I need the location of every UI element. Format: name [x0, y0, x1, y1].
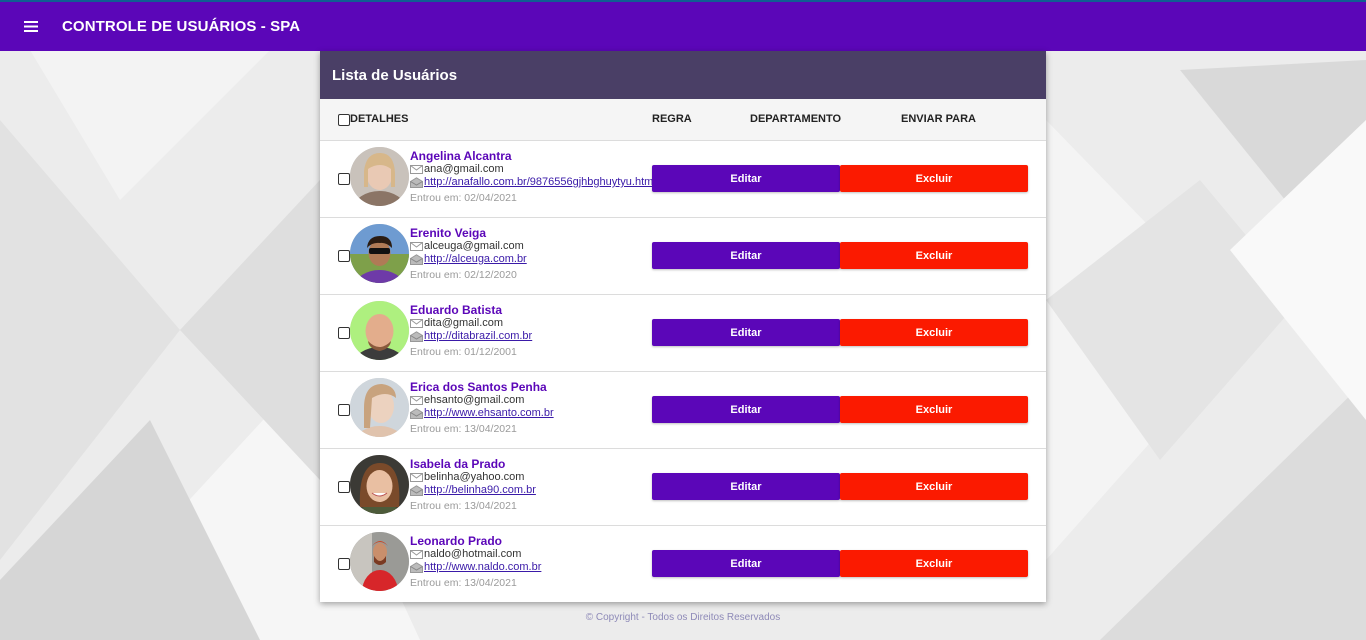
avatar: [350, 378, 409, 437]
user-site-link[interactable]: http://alceuga.com.br: [424, 253, 527, 266]
row-checkbox[interactable]: [338, 404, 350, 416]
delete-button[interactable]: Excluir: [840, 550, 1028, 577]
edit-button[interactable]: Editar: [652, 473, 840, 500]
row-checkbox[interactable]: [338, 558, 350, 570]
top-app-bar: CONTROLE DE USUÁRIOS - SPA: [0, 0, 1366, 51]
table-row: Eduardo Batista dita@gmail.com http://di…: [320, 295, 1046, 372]
user-email: ehsanto@gmail.com: [424, 394, 525, 406]
edit-button[interactable]: Editar: [652, 396, 840, 423]
row-checkbox[interactable]: [338, 250, 350, 262]
table-header: DETALHES REGRA DEPARTAMENTO ENVIAR PARA: [320, 99, 1046, 141]
avatar: [350, 532, 409, 591]
join-date: Entrou em: 01/12/2001: [410, 346, 517, 358]
join-date: Entrou em: 02/12/2020: [410, 269, 517, 281]
open-envelope-icon: [410, 254, 423, 265]
open-envelope-icon: [410, 562, 423, 573]
row-checkbox[interactable]: [338, 327, 350, 339]
hamburger-menu-icon[interactable]: [0, 2, 62, 51]
user-email: alceuga@gmail.com: [424, 240, 524, 252]
avatar: [350, 224, 409, 283]
join-date: Entrou em: 02/04/2021: [410, 192, 517, 204]
row-checkbox[interactable]: [338, 173, 350, 185]
edit-button[interactable]: Editar: [652, 165, 840, 192]
open-envelope-icon: [410, 177, 423, 188]
delete-button[interactable]: Excluir: [840, 242, 1028, 269]
user-name: Leonardo Prado: [410, 534, 503, 548]
user-site-link[interactable]: http://belinha90.com.br: [424, 484, 536, 497]
card-title: Lista de Usuários: [332, 66, 458, 84]
join-date: Entrou em: 13/04/2021: [410, 577, 517, 589]
delete-button[interactable]: Excluir: [840, 165, 1028, 192]
header-details: DETALHES: [350, 113, 409, 125]
user-site-link[interactable]: http://ditabrazil.com.br: [424, 330, 532, 343]
avatar: [350, 301, 409, 360]
envelope-icon: [410, 395, 423, 406]
join-date: Entrou em: 13/04/2021: [410, 423, 517, 435]
user-name: Eduardo Batista: [410, 303, 503, 317]
avatar: [350, 147, 409, 206]
user-name: Isabela da Prado: [410, 457, 506, 471]
user-email: ana@gmail.com: [424, 163, 504, 175]
avatar: [350, 455, 409, 514]
user-email: dita@gmail.com: [424, 317, 504, 329]
table-row: Erenito Veiga alceuga@gmail.com http://a…: [320, 218, 1046, 295]
table-row: Leonardo Prado naldo@hotmail.com http://…: [320, 526, 1046, 603]
join-date: Entrou em: 13/04/2021: [410, 500, 517, 512]
user-name: Erica dos Santos Penha: [410, 380, 547, 394]
envelope-icon: [410, 472, 423, 483]
user-site-link[interactable]: http://www.ehsanto.com.br: [424, 407, 554, 420]
user-email: belinha@yahoo.com: [424, 471, 525, 483]
app-title: CONTROLE DE USUÁRIOS - SPA: [62, 18, 301, 35]
open-envelope-icon: [410, 408, 423, 419]
edit-button[interactable]: Editar: [652, 550, 840, 577]
table-row: Isabela da Prado belinha@yahoo.com http:…: [320, 449, 1046, 526]
users-card: Lista de Usuários DETALHES REGRA DEPARTA…: [320, 51, 1046, 602]
delete-button[interactable]: Excluir: [840, 319, 1028, 346]
open-envelope-icon: [410, 485, 423, 496]
envelope-icon: [410, 241, 423, 252]
user-site-link[interactable]: http://www.naldo.com.br: [424, 561, 541, 574]
footer-copyright: © Copyright - Todos os Direitos Reservad…: [585, 612, 781, 623]
header-send-to: ENVIAR PARA: [901, 113, 976, 125]
card-header: Lista de Usuários: [320, 51, 1046, 99]
user-name: Erenito Veiga: [410, 226, 487, 240]
delete-button[interactable]: Excluir: [840, 396, 1028, 423]
header-role: REGRA: [652, 113, 692, 125]
edit-button[interactable]: Editar: [652, 319, 840, 346]
open-envelope-icon: [410, 331, 423, 342]
header-department: DEPARTAMENTO: [750, 113, 842, 125]
envelope-icon: [410, 549, 423, 560]
user-name: Angelina Alcantra: [410, 149, 512, 163]
select-all-checkbox[interactable]: [338, 114, 350, 126]
edit-button[interactable]: Editar: [652, 242, 840, 269]
row-checkbox[interactable]: [338, 481, 350, 493]
user-email: naldo@hotmail.com: [424, 548, 522, 560]
user-site-link[interactable]: http://anafallo.com.br/9876556gjhbghuyty…: [424, 176, 656, 189]
table-row: Angelina Alcantra ana@gmail.com http://a…: [320, 141, 1046, 218]
envelope-icon: [410, 164, 423, 175]
delete-button[interactable]: Excluir: [840, 473, 1028, 500]
table-row: Erica dos Santos Penha ehsanto@gmail.com…: [320, 372, 1046, 449]
envelope-icon: [410, 318, 423, 329]
